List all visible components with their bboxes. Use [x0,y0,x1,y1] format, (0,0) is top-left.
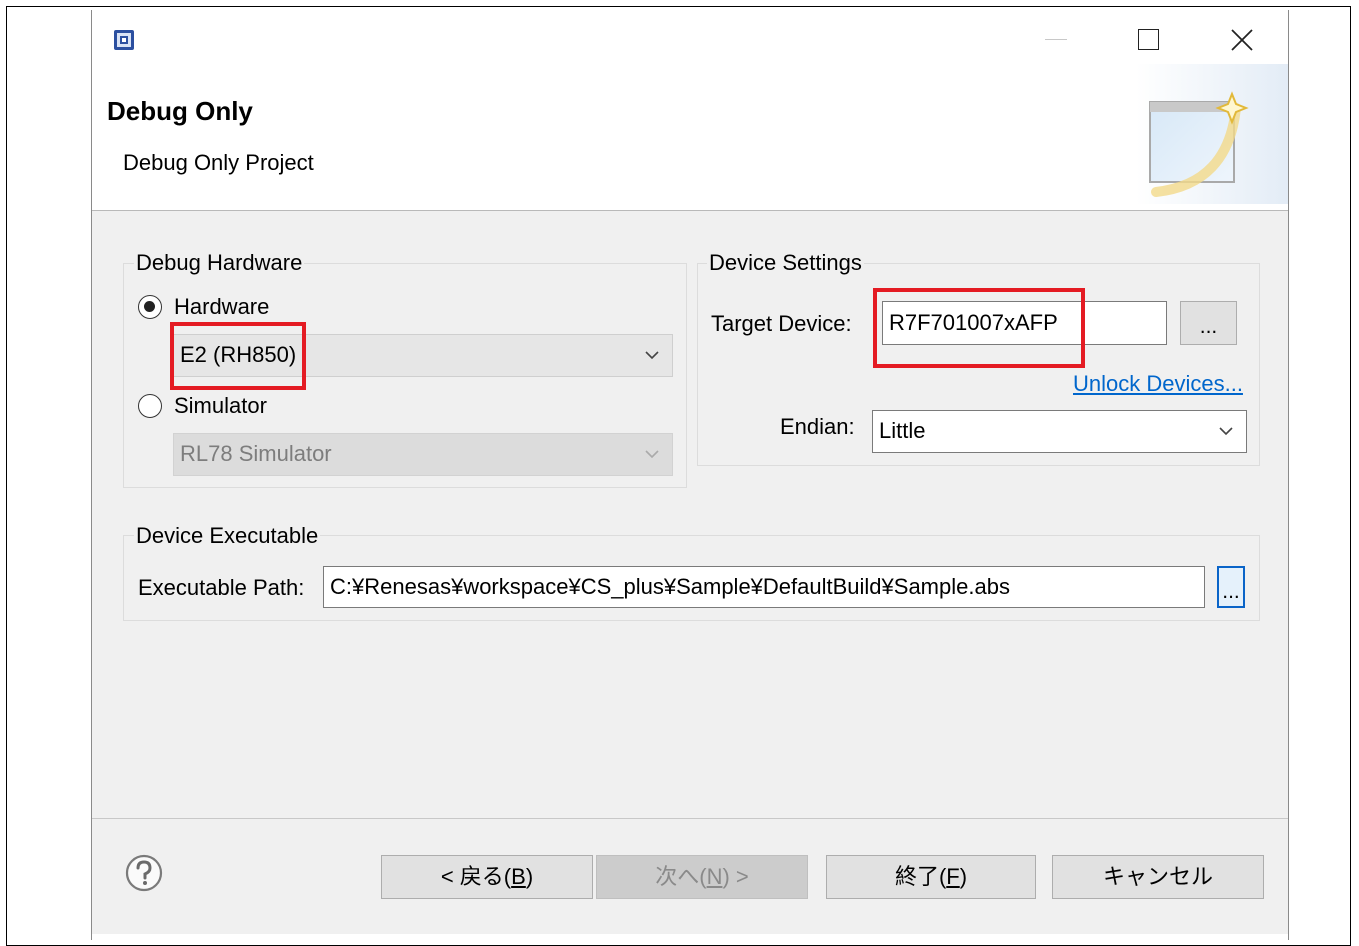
target-device-browse-button[interactable]: ... [1180,301,1237,345]
wizard-banner-icon [1136,64,1288,204]
app-icon [114,30,134,50]
finish-button[interactable]: 終了(F) [826,855,1036,899]
finish-button-label-end: ) [959,864,968,889]
finish-button-label: 終了( [894,864,947,889]
endian-dropdown[interactable]: Little [872,410,1247,453]
executable-browse-button[interactable]: ... [1217,566,1245,608]
device-settings-label: Device Settings [707,250,864,276]
back-button-mnemonic: B [511,864,526,889]
back-button-label-end: ) [525,864,534,889]
chevron-down-icon [1219,427,1233,436]
executable-path-label: Executable Path: [138,575,305,600]
page-subtitle: Debug Only Project [123,150,314,175]
back-button-label: < 戻る( [440,864,512,889]
simulator-radio-label[interactable]: Simulator [174,393,267,419]
back-button[interactable]: < 戻る(B) [381,855,593,899]
debug-hardware-label: Debug Hardware [134,250,305,276]
chevron-down-icon [645,351,659,360]
next-button-label: 次へ( [655,864,707,889]
page-title: Debug Only [107,96,253,126]
simulator-dropdown: RL78 Simulator [173,433,673,476]
maximize-icon[interactable] [1138,29,1159,50]
target-device-label: Target Device: [711,311,852,336]
help-icon[interactable] [124,853,164,893]
target-device-highlight [873,288,1085,368]
minimize-icon[interactable] [1045,39,1067,40]
next-button: 次へ(N) > [596,855,808,899]
next-button-label-end: ) > [722,864,749,889]
unlock-devices-link[interactable]: Unlock Devices... [1073,371,1243,397]
hardware-radio[interactable] [138,295,162,319]
cancel-button[interactable]: キャンセル [1052,855,1264,899]
simulator-dropdown-value: RL78 Simulator [180,441,332,466]
simulator-radio[interactable] [138,394,162,418]
chevron-down-icon [645,450,659,459]
hardware-highlight [170,322,306,390]
device-executable-label: Device Executable [134,523,321,549]
finish-button-mnemonic: F [946,864,960,889]
hardware-radio-label[interactable]: Hardware [174,294,269,320]
close-icon[interactable] [1229,27,1255,53]
next-button-mnemonic: N [706,864,723,889]
endian-label: Endian: [780,414,855,439]
radio-selected-dot [144,301,155,312]
endian-dropdown-value: Little [879,418,926,443]
executable-path-input[interactable]: C:¥Renesas¥workspace¥CS_plus¥Sample¥Defa… [323,566,1205,608]
